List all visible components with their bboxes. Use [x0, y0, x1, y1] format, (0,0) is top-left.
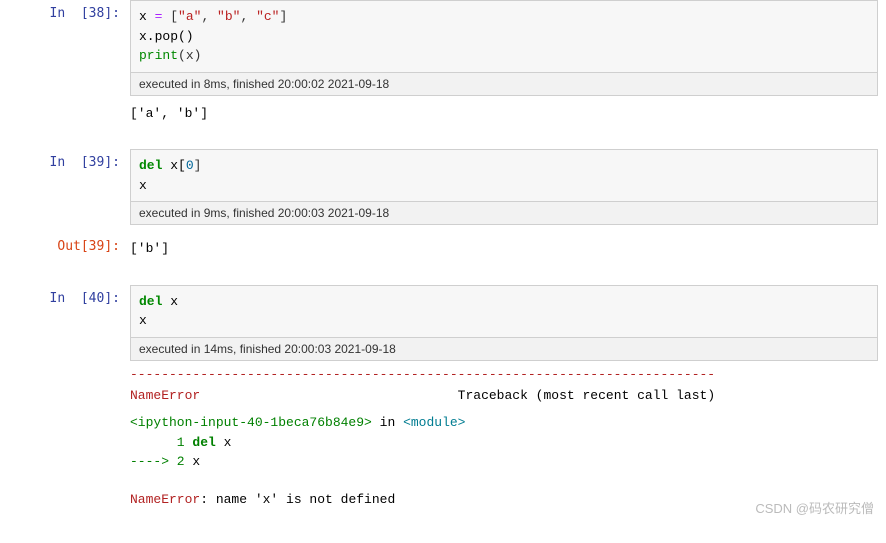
error-message: NameError: name 'x' is not defined: [130, 480, 878, 524]
output-38: ['a', 'b']: [130, 96, 878, 132]
code-input-39[interactable]: del x[0] x: [130, 149, 878, 202]
cell-39-content: del x[0] x executed in 9ms, finished 20:…: [130, 149, 886, 225]
code-input-40[interactable]: del x x: [130, 285, 878, 338]
cell-39-output: Out[39]: ['b']: [0, 233, 886, 267]
error-divider: ----------------------------------------…: [130, 361, 878, 382]
cell-39-input: In [39]: del x[0] x executed in 9ms, fin…: [0, 149, 886, 225]
output-39: ['b']: [130, 233, 886, 267]
error-frame: <ipython-input-40-1beca76b84e9> in <modu…: [130, 413, 878, 480]
out-prompt-39: Out[39]:: [0, 233, 130, 260]
cell-40-input: In [40]: del x x executed in 14ms, finis…: [0, 285, 886, 524]
cell-38-content: x = ["a", "b", "c"] x.pop() print(x) exe…: [130, 0, 886, 131]
exec-time-39: executed in 9ms, finished 20:00:03 2021-…: [130, 202, 878, 225]
exec-time-38: executed in 8ms, finished 20:00:02 2021-…: [130, 73, 878, 96]
in-prompt-39: In [39]:: [0, 149, 130, 176]
cell-38-input: In [38]: x = ["a", "b", "c"] x.pop() pri…: [0, 0, 886, 131]
code-input-38[interactable]: x = ["a", "b", "c"] x.pop() print(x): [130, 0, 878, 73]
in-prompt-38: In [38]:: [0, 0, 130, 27]
cell-40-content: del x x executed in 14ms, finished 20:00…: [130, 285, 886, 524]
error-header: NameError Traceback (most recent call la…: [130, 382, 878, 414]
exec-time-40: executed in 14ms, finished 20:00:03 2021…: [130, 338, 878, 361]
in-prompt-40: In [40]:: [0, 285, 130, 312]
